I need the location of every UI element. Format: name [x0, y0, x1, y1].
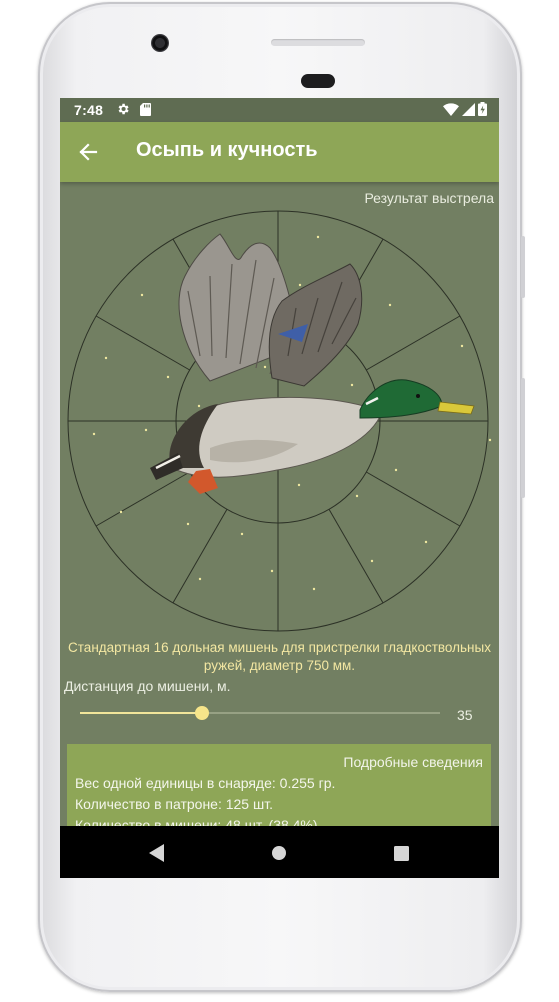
app-bar: Осыпь и кучность: [60, 122, 499, 182]
app-screen: 7:48 Осыпь и кучность Результат выстрела: [60, 98, 499, 878]
signal-icon: [462, 102, 475, 119]
earpiece-grille: [271, 39, 365, 46]
page-title: Осыпь и кучность: [136, 139, 318, 161]
battery-icon: [478, 102, 487, 119]
nav-back-button[interactable]: [145, 841, 169, 865]
slider-fill: [80, 712, 202, 714]
shooting-target: [67, 210, 492, 632]
details-line: Количество в патроне: 125 шт.: [75, 796, 273, 812]
arrow-left-icon: [79, 143, 98, 161]
wifi-icon: [443, 102, 459, 119]
home-circle-icon: [272, 846, 286, 860]
gear-icon: [116, 102, 130, 119]
proximity-sensor: [301, 74, 335, 88]
target-caption: Стандартная 16 дольная мишень для пристр…: [68, 640, 491, 673]
back-button[interactable]: [72, 136, 104, 168]
navigation-bar: [60, 826, 499, 878]
power-button: [521, 378, 525, 498]
mallard-duck-image: [150, 233, 475, 494]
back-triangle-icon: [149, 844, 164, 862]
details-title: Подробные сведения: [343, 754, 483, 770]
status-time: 7:48: [74, 102, 104, 118]
front-camera: [151, 34, 169, 52]
sd-card-icon: [140, 103, 151, 119]
slider-value: 35: [457, 707, 473, 723]
recents-square-icon: [393, 845, 409, 861]
distance-label: Дистанция до мишени, м.: [64, 678, 231, 694]
result-label: Результат выстрела: [364, 190, 494, 206]
distance-slider[interactable]: [80, 703, 440, 723]
nav-home-button[interactable]: [267, 841, 291, 865]
volume-button: [521, 236, 525, 298]
slider-thumb[interactable]: [195, 706, 209, 720]
details-line: Вес одной единицы в снаряде: 0.255 гр.: [75, 775, 336, 791]
status-bar: 7:48: [60, 98, 499, 122]
nav-recents-button[interactable]: [389, 841, 413, 865]
